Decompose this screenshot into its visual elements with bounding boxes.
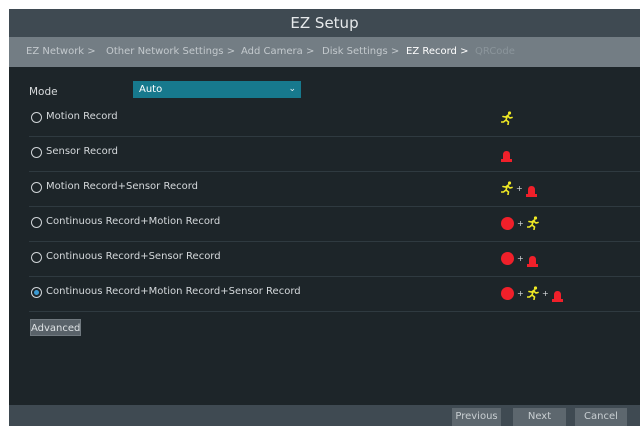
ez-setup-window: EZ Setup EZ Network > Other Network Sett… <box>9 9 640 426</box>
radio-button[interactable] <box>31 112 42 123</box>
radio-button[interactable] <box>31 182 42 193</box>
advanced-button[interactable]: Advanced <box>30 319 81 336</box>
record-option-label: Motion Record <box>46 111 118 122</box>
sensor-alarm-icon <box>527 252 538 267</box>
record-option-continuous-record-sensor-record[interactable]: Continuous Record+Sensor Record + <box>29 242 640 277</box>
record-option-label: Motion Record+Sensor Record <box>46 181 199 192</box>
motion-icon <box>500 111 513 129</box>
breadcrumb-ez-record: EZ Record > <box>406 46 469 57</box>
cancel-button[interactable]: Cancel <box>575 408 627 426</box>
record-option-continuous-record-motion-record-sensor-record[interactable]: Continuous Record+Motion Record+Sensor R… <box>29 277 640 312</box>
chevron-down-icon: ⌄ <box>288 84 296 94</box>
record-option-label: Continuous Record+Sensor Record <box>46 251 221 262</box>
motion-icon <box>526 286 539 304</box>
plus-sign: + <box>516 184 523 193</box>
breadcrumb-other-network-settings[interactable]: Other Network Settings > <box>106 37 235 67</box>
motion-icon <box>500 181 513 199</box>
plus-sign: + <box>517 289 524 298</box>
radio-button[interactable] <box>31 287 42 298</box>
breadcrumb-ez-network[interactable]: EZ Network > <box>26 37 96 67</box>
radio-button[interactable] <box>31 217 42 228</box>
radio-button[interactable] <box>31 252 42 263</box>
previous-button[interactable]: Previous <box>452 408 501 426</box>
continuous-record-icon <box>501 252 514 265</box>
record-option-motion-record-sensor-record[interactable]: Motion Record+Sensor Record + <box>29 172 640 207</box>
record-option-sensor-record[interactable]: Sensor Record <box>29 137 640 172</box>
breadcrumb-disk-settings[interactable]: Disk Settings > <box>322 37 399 67</box>
sensor-alarm-icon <box>526 182 537 197</box>
breadcrumb: EZ Network > Other Network Settings > Ad… <box>9 37 640 67</box>
window-title: EZ Setup <box>9 9 640 37</box>
plus-sign: + <box>542 289 549 298</box>
record-option-label: Continuous Record+Motion Record+Sensor R… <box>46 286 301 297</box>
plus-sign: + <box>517 219 524 228</box>
record-option-motion-record[interactable]: Motion Record <box>29 102 640 137</box>
sensor-alarm-icon <box>552 287 563 302</box>
radio-button[interactable] <box>31 147 42 158</box>
next-button[interactable]: Next <box>513 408 566 426</box>
breadcrumb-qrcode: QRCode <box>475 46 515 57</box>
record-option-label: Continuous Record+Motion Record <box>46 216 221 227</box>
sensor-alarm-icon <box>501 147 512 162</box>
motion-icon <box>526 216 539 234</box>
mode-select-value: Auto <box>139 84 163 95</box>
record-option-label: Sensor Record <box>46 146 119 157</box>
continuous-record-icon <box>501 287 514 300</box>
record-option-continuous-record-motion-record[interactable]: Continuous Record+Motion Record + <box>29 207 640 242</box>
continuous-record-icon <box>501 217 514 230</box>
mode-select[interactable]: Auto ⌄ <box>133 81 301 98</box>
breadcrumb-add-camera[interactable]: Add Camera > <box>241 37 314 67</box>
mode-label: Mode <box>29 86 58 98</box>
plus-sign: + <box>517 254 524 263</box>
footer-bar: Previous Next Cancel <box>9 405 640 426</box>
